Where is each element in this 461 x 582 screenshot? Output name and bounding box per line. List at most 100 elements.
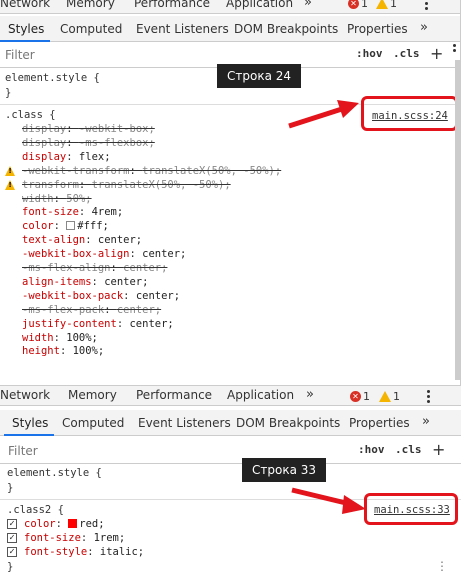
element-style-selector[interactable]: element.style { [5,72,100,84]
tab-dom-breakpoints[interactable]: DOM Breakpoints [234,22,338,36]
more-subtabs-chevron-icon[interactable]: » [420,20,428,35]
declaration-value[interactable]: 50%; [66,193,91,205]
more-tabs-chevron-icon[interactable]: » [306,387,314,402]
kebab-menu-icon[interactable] [426,390,430,403]
error-badge[interactable]: ✕ 1 [350,390,370,403]
declaration-property[interactable]: display [22,151,66,163]
tab-application[interactable]: Application [226,0,293,10]
new-rule-plus-icon[interactable]: + [432,440,445,459]
declaration-checkbox[interactable]: ✓ [7,519,17,529]
tab-styles[interactable]: Styles [12,416,48,430]
declaration-property[interactable]: -ms-flex-align [22,262,111,274]
tab-properties[interactable]: Properties [349,416,410,430]
declaration-property[interactable]: font-size [24,532,81,544]
tab-memory[interactable]: Memory [68,388,117,402]
declaration-property[interactable]: -webkit-transform [22,165,129,177]
declaration-property[interactable]: display [22,137,66,149]
filter-input[interactable] [5,47,335,63]
tab-network[interactable]: Network [0,0,50,10]
warning-badge[interactable]: 1 [379,390,400,403]
declaration-property[interactable]: height [22,345,60,357]
declaration-checkbox[interactable]: ✓ [7,547,17,557]
declaration-value[interactable]: center; [123,262,167,274]
css-declaration[interactable]: text-align: center; [22,234,142,246]
tab-memory[interactable]: Memory [66,0,115,10]
declaration-value[interactable]: 1rem; [94,532,126,544]
element-style-selector[interactable]: element.style { [7,467,102,479]
class-toggle[interactable]: .cls [395,443,422,456]
declaration-value[interactable]: translateX(50%, -50%); [142,165,281,177]
css-declaration[interactable]: align-items: center; [22,276,148,288]
tab-computed[interactable]: Computed [60,22,122,36]
filter-input[interactable] [8,443,338,459]
css-declaration[interactable]: width: 100%; [22,332,98,344]
rule-selector[interactable]: .class { [5,109,56,121]
declaration-value[interactable]: flex; [79,151,111,163]
tab-event-listeners[interactable]: Event Listeners [138,416,231,430]
css-declaration[interactable]: transform: translateX(50%, -50%); [22,179,231,191]
tab-performance[interactable]: Performance [136,388,212,402]
declaration-property[interactable]: justify-content [22,318,117,330]
declaration-property[interactable]: color [24,518,56,530]
hover-state-toggle[interactable]: :hov [358,443,385,456]
color-swatch[interactable] [68,519,78,528]
filter-menu-icon[interactable] [452,44,456,52]
declaration-value[interactable]: translateX(50%, -50%); [92,179,231,191]
more-subtabs-chevron-icon[interactable]: » [422,414,430,429]
declaration-value[interactable]: 100%; [66,332,98,344]
css-declaration[interactable]: height: 100%; [22,345,104,357]
css-declaration[interactable]: justify-content: center; [22,318,174,330]
warning-badge[interactable]: 1 [376,0,397,10]
error-badge[interactable]: ✕ 1 [348,0,368,10]
rule-menu-icon[interactable]: ⋮ [436,559,448,573]
css-declaration[interactable]: font-size: 4rem; [22,206,123,218]
declaration-checkbox[interactable]: ✓ [7,533,17,543]
hover-state-toggle[interactable]: :hov [356,47,383,60]
declaration-value[interactable]: center; [142,248,186,260]
declaration-value[interactable]: #fff; [77,220,109,232]
declaration-value[interactable]: -webkit-box; [79,123,155,135]
declaration-value[interactable]: -ms-flexbox; [79,137,155,149]
tab-network[interactable]: Network [0,388,50,402]
declaration-value[interactable]: center; [129,318,173,330]
tab-properties[interactable]: Properties [347,22,408,36]
declaration-value[interactable]: 4rem; [92,206,124,218]
css-declaration[interactable]: display: flex; [22,151,111,163]
css-declaration[interactable]: -ms-flex-pack: center; [22,304,161,316]
tab-performance[interactable]: Performance [134,0,210,10]
declaration-property[interactable]: font-size [22,206,79,218]
declaration-property[interactable]: transform [22,179,79,191]
scrollbar[interactable] [455,60,460,380]
declaration-property[interactable]: -webkit-box-pack [22,290,123,302]
css-declaration[interactable]: font-style: italic; [24,546,144,558]
declaration-value[interactable]: 100%; [73,345,105,357]
css-declaration[interactable]: -webkit-transform: translateX(50%, -50%)… [22,165,281,177]
kebab-menu-icon[interactable] [424,0,428,10]
color-swatch[interactable] [66,221,76,231]
rule-selector[interactable]: .class2 { [7,504,64,516]
declaration-property[interactable]: display [22,123,66,135]
declaration-property[interactable]: align-items [22,276,92,288]
declaration-value[interactable]: italic; [100,546,144,558]
declaration-property[interactable]: color [22,220,54,232]
class-toggle[interactable]: .cls [393,47,420,60]
new-rule-plus-icon[interactable]: + [430,44,443,63]
tab-event-listeners[interactable]: Event Listeners [136,22,229,36]
declaration-property[interactable]: text-align [22,234,85,246]
css-declaration[interactable]: display: -webkit-box; [22,123,155,135]
tab-dom-breakpoints[interactable]: DOM Breakpoints [236,416,340,430]
declaration-property[interactable]: width [22,332,54,344]
declaration-value[interactable]: center; [117,304,161,316]
declaration-value[interactable]: red; [79,518,104,530]
css-declaration[interactable]: color: #fff; [22,220,109,232]
tab-application[interactable]: Application [227,388,294,402]
tab-computed[interactable]: Computed [62,416,124,430]
declaration-property[interactable]: width [22,193,54,205]
css-declaration[interactable]: -webkit-box-pack: center; [22,290,180,302]
css-declaration[interactable]: -webkit-box-align: center; [22,248,186,260]
declaration-value[interactable]: center; [104,276,148,288]
declaration-property[interactable]: -ms-flex-pack [22,304,104,316]
declaration-property[interactable]: font-style [24,546,87,558]
declaration-value[interactable]: center; [98,234,142,246]
declaration-value[interactable]: center; [136,290,180,302]
